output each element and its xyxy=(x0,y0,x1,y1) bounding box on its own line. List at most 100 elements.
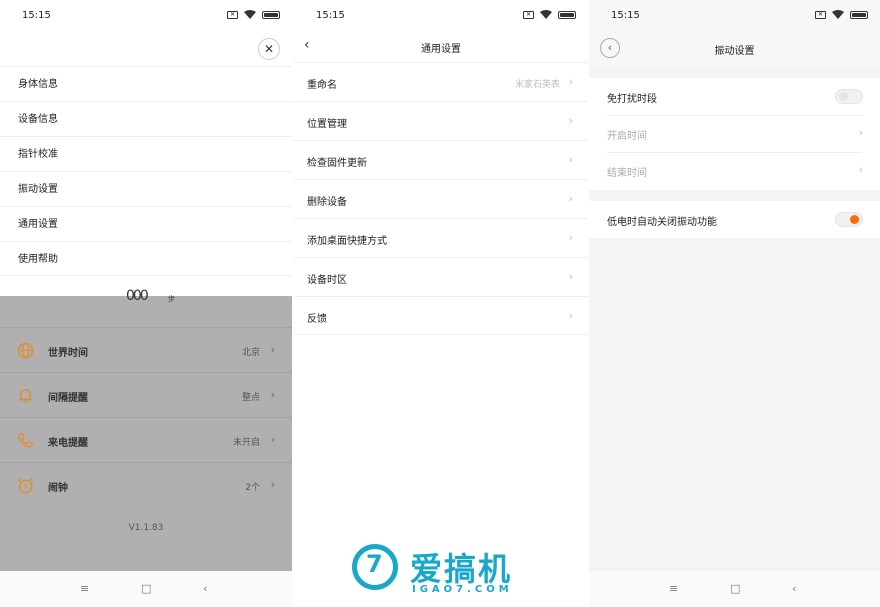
chevron-right-icon: › xyxy=(568,309,573,322)
row-device-timezone[interactable]: 设备时区 › xyxy=(294,257,588,296)
row-call-reminder[interactable]: 来电提醒 未开启 › xyxy=(0,417,292,462)
app-version: V1.1.83 xyxy=(128,523,164,533)
chevron-right-icon: › xyxy=(568,192,573,205)
row-rename[interactable]: 重命名 米家石英表 › xyxy=(294,62,588,101)
wifi-icon xyxy=(832,10,844,19)
row-label: 间隔提醒 xyxy=(48,393,88,404)
watermark-logo: 7 爱搞机 IGAO7.COM xyxy=(352,544,532,600)
screen-general-settings: 15:15 ✕ ‹ 通用设置 重命名 米家石英表 › 位置管理 › 检查固件更新… xyxy=(294,0,588,607)
row-feedback[interactable]: 反馈 › xyxy=(294,296,588,335)
alarm-clock-icon xyxy=(17,477,34,494)
low-power-toggle[interactable] xyxy=(835,212,863,227)
row-do-not-disturb: 免打扰时段 xyxy=(589,78,880,115)
chevron-right-icon: › xyxy=(568,231,573,244)
chevron-right-icon: › xyxy=(568,114,573,127)
side-menu: ✕ 身体信息 设备信息 指针校准 振动设置 通用设置 使用帮助 xyxy=(0,32,292,296)
logo-site: IGAO7.COM xyxy=(412,584,513,595)
page-header: 15:15 ✕ ‹ 振动设置 xyxy=(589,0,880,67)
row-firmware-update[interactable]: 检查固件更新 › xyxy=(294,140,588,179)
back-icon[interactable]: ‹ xyxy=(203,582,207,595)
page-title: 振动设置 xyxy=(714,46,755,57)
status-time: 15:15 xyxy=(316,10,345,21)
menu-item-label: 通用设置 xyxy=(18,219,58,230)
row-value: 整点 xyxy=(241,393,260,403)
back-icon[interactable]: ‹ xyxy=(792,582,796,595)
menu-item-vibration-settings[interactable]: 振动设置 xyxy=(0,171,292,206)
row-value: 2个 xyxy=(245,483,260,493)
menu-item-device-info[interactable]: 设备信息 xyxy=(0,101,292,136)
menu-icon[interactable]: ≡ xyxy=(80,582,89,595)
globe-icon xyxy=(17,342,34,359)
row-label: 免打扰时段 xyxy=(607,94,657,105)
close-button[interactable]: ✕ xyxy=(258,38,280,60)
menu-item-hand-calibration[interactable]: 指针校准 xyxy=(0,136,292,171)
bell-icon xyxy=(19,389,32,403)
menu-item-label: 设备信息 xyxy=(18,114,58,125)
status-icons: ✕ xyxy=(523,10,576,19)
close-icon: ✕ xyxy=(263,42,275,56)
row-label: 来电提醒 xyxy=(48,438,88,449)
menu-item-help[interactable]: 使用帮助 xyxy=(0,241,292,276)
toggle-knob xyxy=(850,215,859,224)
row-location-management[interactable]: 位置管理 › xyxy=(294,101,588,140)
battery-icon xyxy=(850,10,868,19)
menu-item-body-info[interactable]: 身体信息 xyxy=(0,66,292,101)
chevron-right-icon: › xyxy=(858,126,863,139)
status-icons: ✕ xyxy=(815,10,868,19)
menu-item-general-settings[interactable]: 通用设置 xyxy=(0,206,292,241)
home-icon[interactable]: □ xyxy=(141,582,151,595)
steps-value: 000 xyxy=(126,288,149,304)
status-bar: 15:15 ✕ xyxy=(0,0,292,32)
row-low-power-vibration: 低电时自动关闭振动功能 xyxy=(589,201,880,238)
menu-item-label: 使用帮助 xyxy=(18,254,58,265)
row-start-time[interactable]: 开启时间 › xyxy=(589,115,880,152)
row-label: 反馈 xyxy=(307,314,327,325)
menu-icon[interactable]: ≡ xyxy=(669,582,678,595)
row-label: 位置管理 xyxy=(307,119,347,130)
row-label: 检查固件更新 xyxy=(307,158,367,169)
nav-bar: ≡ □ ‹ xyxy=(0,571,292,607)
row-alarm[interactable]: 闹钟 2个 › xyxy=(0,462,292,507)
row-label: 重命名 xyxy=(307,80,337,91)
row-interval-reminder[interactable]: 间隔提醒 整点 › xyxy=(0,372,292,417)
chevron-right-icon: › xyxy=(270,388,275,401)
chevron-right-icon: › xyxy=(270,343,275,356)
row-value: 米家石英表 xyxy=(514,80,560,90)
screen-device-menu: 15:15 ✕ ✕ 身体信息 设备信息 指针校准 振动设置 通用设置 使用帮助 … xyxy=(0,0,292,607)
chevron-right-icon: › xyxy=(270,478,275,491)
menu-item-label: 指针校准 xyxy=(18,149,58,160)
status-bar: 15:15 ✕ xyxy=(589,0,880,32)
chevron-right-icon: › xyxy=(270,433,275,446)
row-delete-device[interactable]: 删除设备 › xyxy=(294,179,588,218)
row-world-time[interactable]: 世界时间 北京 › xyxy=(0,327,292,372)
row-label: 开启时间 xyxy=(607,131,647,142)
row-label: 闹钟 xyxy=(48,483,68,494)
row-add-shortcut[interactable]: 添加桌面快捷方式 › xyxy=(294,218,588,257)
row-label: 删除设备 xyxy=(307,197,347,208)
chevron-right-icon: › xyxy=(568,270,573,283)
wifi-icon xyxy=(540,10,552,19)
menu-item-label: 振动设置 xyxy=(18,184,58,195)
page-title: 通用设置 xyxy=(421,44,461,55)
row-label: 低电时自动关闭振动功能 xyxy=(607,217,717,228)
dimmed-background[interactable]: 000 步 世界时间 北京 › 间隔提醒 整点 › 来电提醒 未开启 › 闹钟 … xyxy=(0,288,292,571)
row-label: 添加桌面快捷方式 xyxy=(307,236,387,247)
screen-vibration-settings: 15:15 ✕ ‹ 振动设置 免打扰时段 开启时间 › 结束时间 › 低电时自动… xyxy=(589,0,880,607)
low-power-group: 低电时自动关闭振动功能 xyxy=(589,201,880,238)
chevron-right-icon: › xyxy=(568,153,573,166)
row-end-time[interactable]: 结束时间 › xyxy=(589,152,880,189)
status-icons: ✕ xyxy=(227,10,280,19)
home-icon[interactable]: □ xyxy=(730,582,740,595)
status-time: 15:15 xyxy=(22,10,51,21)
toggle-knob xyxy=(839,92,848,101)
phone-icon xyxy=(18,433,33,448)
steps-unit: 步 xyxy=(168,295,175,303)
row-label: 设备时区 xyxy=(307,275,347,286)
status-time: 15:15 xyxy=(611,10,640,21)
status-bar: 15:15 ✕ xyxy=(294,0,588,32)
nav-bar: ≡ □ ‹ xyxy=(589,571,880,607)
chevron-right-icon: › xyxy=(568,75,573,88)
dnd-toggle[interactable] xyxy=(835,89,863,104)
row-label: 结束时间 xyxy=(607,168,647,179)
wifi-icon xyxy=(244,10,256,19)
